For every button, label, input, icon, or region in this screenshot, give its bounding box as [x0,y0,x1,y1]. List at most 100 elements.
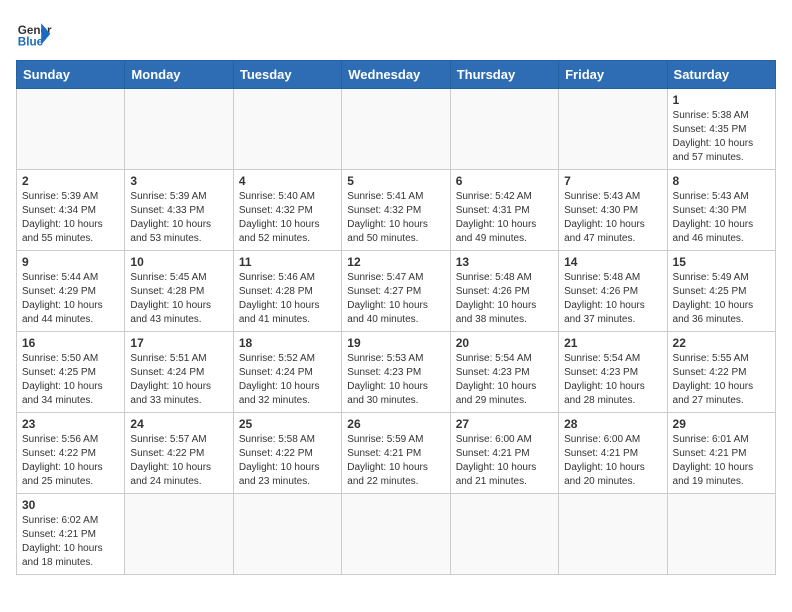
day-info: Sunrise: 5:39 AM Sunset: 4:33 PM Dayligh… [130,190,227,246]
day-info: Sunrise: 5:45 AM Sunset: 4:28 PM Dayligh… [130,271,227,327]
calendar-cell: 20 Sunrise: 5:54 AM Sunset: 4:23 PM Dayli… [450,332,558,413]
calendar-cell [125,494,233,575]
calendar-cell: 14Sunrise: 5:48 AM Sunset: 4:26 PM Dayli… [559,251,667,332]
day-info: Sunrise: 6:00 AM Sunset: 4:21 PM Dayligh… [456,433,553,489]
calendar-cell [450,494,558,575]
day-number: 15 [673,255,770,269]
calendar-cell: 24 Sunrise: 5:57 AM Sunset: 4:22 PM Dayli… [125,413,233,494]
calendar-cell: 9 Sunrise: 5:44 AM Sunset: 4:29 PM Daylig… [17,251,125,332]
day-info: Sunrise: 5:41 AM Sunset: 4:32 PM Dayligh… [347,190,444,246]
day-number: 4 [239,174,336,188]
calendar-cell: 4 Sunrise: 5:40 AM Sunset: 4:32 PM Daylig… [233,170,341,251]
day-number: 22 [673,336,770,350]
calendar-cell: 6 Sunrise: 5:42 AM Sunset: 4:31 PM Daylig… [450,170,558,251]
calendar-cell [559,494,667,575]
day-number: 30 [22,498,119,512]
day-header-thursday: Thursday [450,61,558,89]
day-number: 9 [22,255,119,269]
day-info: Sunrise: 5:54 AM Sunset: 4:23 PM Dayligh… [456,352,553,408]
day-number: 14 [564,255,661,269]
svg-text:Blue: Blue [18,36,44,49]
day-number: 1 [673,93,770,107]
calendar-cell: 28 Sunrise: 6:00 AM Sunset: 4:21 PM Dayli… [559,413,667,494]
day-info: Sunrise: 5:47 AM Sunset: 4:27 PM Dayligh… [347,271,444,327]
day-number: 11 [239,255,336,269]
day-number: 10 [130,255,227,269]
day-info: Sunrise: 5:55 AM Sunset: 4:22 PM Dayligh… [673,352,770,408]
day-info: Sunrise: 5:49 AM Sunset: 4:25 PM Dayligh… [673,271,770,327]
day-info: Sunrise: 5:53 AM Sunset: 4:23 PM Dayligh… [347,352,444,408]
calendar-cell [342,89,450,170]
calendar-cell [233,494,341,575]
day-number: 25 [239,417,336,431]
calendar-cell: 25 Sunrise: 5:58 AM Sunset: 4:22 PM Dayli… [233,413,341,494]
day-info: Sunrise: 5:43 AM Sunset: 4:30 PM Dayligh… [673,190,770,246]
calendar-cell: 23Sunrise: 5:56 AM Sunset: 4:22 PM Dayli… [17,413,125,494]
day-number: 18 [239,336,336,350]
day-info: Sunrise: 5:42 AM Sunset: 4:31 PM Dayligh… [456,190,553,246]
day-number: 2 [22,174,119,188]
day-number: 3 [130,174,227,188]
calendar-cell: 27 Sunrise: 6:00 AM Sunset: 4:21 PM Dayli… [450,413,558,494]
day-number: 19 [347,336,444,350]
page-header: General Blue [16,16,776,52]
day-info: Sunrise: 6:00 AM Sunset: 4:21 PM Dayligh… [564,433,661,489]
day-number: 8 [673,174,770,188]
calendar-cell: 29 Sunrise: 6:01 AM Sunset: 4:21 PM Dayli… [667,413,775,494]
day-number: 27 [456,417,553,431]
day-info: Sunrise: 5:44 AM Sunset: 4:29 PM Dayligh… [22,271,119,327]
day-header-monday: Monday [125,61,233,89]
day-info: Sunrise: 5:52 AM Sunset: 4:24 PM Dayligh… [239,352,336,408]
day-number: 23 [22,417,119,431]
calendar-cell: 26Sunrise: 5:59 AM Sunset: 4:21 PM Dayli… [342,413,450,494]
day-info: Sunrise: 5:54 AM Sunset: 4:23 PM Dayligh… [564,352,661,408]
calendar-cell [450,89,558,170]
day-info: Sunrise: 5:39 AM Sunset: 4:34 PM Dayligh… [22,190,119,246]
calendar-cell: 8 Sunrise: 5:43 AM Sunset: 4:30 PM Daylig… [667,170,775,251]
day-number: 12 [347,255,444,269]
calendar-cell: 12 Sunrise: 5:47 AM Sunset: 4:27 PM Dayli… [342,251,450,332]
day-header-saturday: Saturday [667,61,775,89]
day-header-sunday: Sunday [17,61,125,89]
calendar-cell: 15 Sunrise: 5:49 AM Sunset: 4:25 PM Dayli… [667,251,775,332]
calendar-cell [125,89,233,170]
day-info: Sunrise: 5:38 AM Sunset: 4:35 PM Dayligh… [673,109,770,165]
day-number: 21 [564,336,661,350]
day-info: Sunrise: 6:01 AM Sunset: 4:21 PM Dayligh… [673,433,770,489]
day-number: 28 [564,417,661,431]
calendar-cell [342,494,450,575]
calendar-cell: 10 Sunrise: 5:45 AM Sunset: 4:28 PM Dayli… [125,251,233,332]
calendar-cell: 17Sunrise: 5:51 AM Sunset: 4:24 PM Dayli… [125,332,233,413]
day-info: Sunrise: 5:46 AM Sunset: 4:28 PM Dayligh… [239,271,336,327]
calendar-cell: 22 Sunrise: 5:55 AM Sunset: 4:22 PM Dayli… [667,332,775,413]
day-info: Sunrise: 5:57 AM Sunset: 4:22 PM Dayligh… [130,433,227,489]
day-number: 26 [347,417,444,431]
day-number: 24 [130,417,227,431]
calendar-cell: 11 Sunrise: 5:46 AM Sunset: 4:28 PM Dayli… [233,251,341,332]
day-info: Sunrise: 5:58 AM Sunset: 4:22 PM Dayligh… [239,433,336,489]
calendar-header-row: SundayMondayTuesdayWednesdayThursdayFrid… [17,61,776,89]
calendar-cell [667,494,775,575]
calendar-week-row: 16 Sunrise: 5:50 AM Sunset: 4:25 PM Dayli… [17,332,776,413]
calendar-cell: 2 Sunrise: 5:39 AM Sunset: 4:34 PM Daylig… [17,170,125,251]
logo-icon: General Blue [16,16,52,52]
day-info: Sunrise: 5:50 AM Sunset: 4:25 PM Dayligh… [22,352,119,408]
calendar-table: SundayMondayTuesdayWednesdayThursdayFrid… [16,60,776,575]
day-number: 16 [22,336,119,350]
day-number: 20 [456,336,553,350]
calendar-cell: 1 Sunrise: 5:38 AM Sunset: 4:35 PM Daylig… [667,89,775,170]
day-info: Sunrise: 6:02 AM Sunset: 4:21 PM Dayligh… [22,514,119,570]
logo: General Blue [16,16,52,52]
day-number: 5 [347,174,444,188]
calendar-cell: 18 Sunrise: 5:52 AM Sunset: 4:24 PM Dayli… [233,332,341,413]
day-number: 13 [456,255,553,269]
day-number: 6 [456,174,553,188]
calendar-cell: 30 Sunrise: 6:02 AM Sunset: 4:21 PM Dayli… [17,494,125,575]
day-info: Sunrise: 5:40 AM Sunset: 4:32 PM Dayligh… [239,190,336,246]
calendar-cell: 19 Sunrise: 5:53 AM Sunset: 4:23 PM Dayli… [342,332,450,413]
calendar-week-row: 9 Sunrise: 5:44 AM Sunset: 4:29 PM Daylig… [17,251,776,332]
day-number: 29 [673,417,770,431]
calendar-cell: 21 Sunrise: 5:54 AM Sunset: 4:23 PM Dayli… [559,332,667,413]
day-header-tuesday: Tuesday [233,61,341,89]
calendar-cell [17,89,125,170]
